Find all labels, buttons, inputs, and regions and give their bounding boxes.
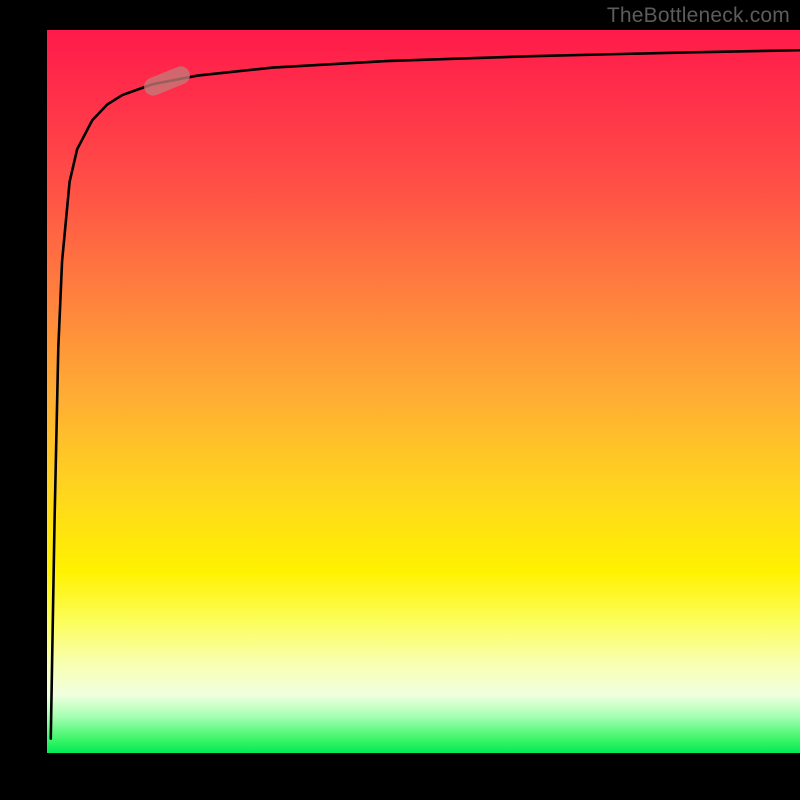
frame-bottom <box>0 753 800 800</box>
plot-area <box>47 30 800 753</box>
frame-left <box>0 0 47 800</box>
bottleneck-curve <box>51 50 800 738</box>
attribution-text: TheBottleneck.com <box>607 4 790 28</box>
curve-svg <box>47 30 800 753</box>
chart-stage: TheBottleneck.com <box>0 0 800 800</box>
